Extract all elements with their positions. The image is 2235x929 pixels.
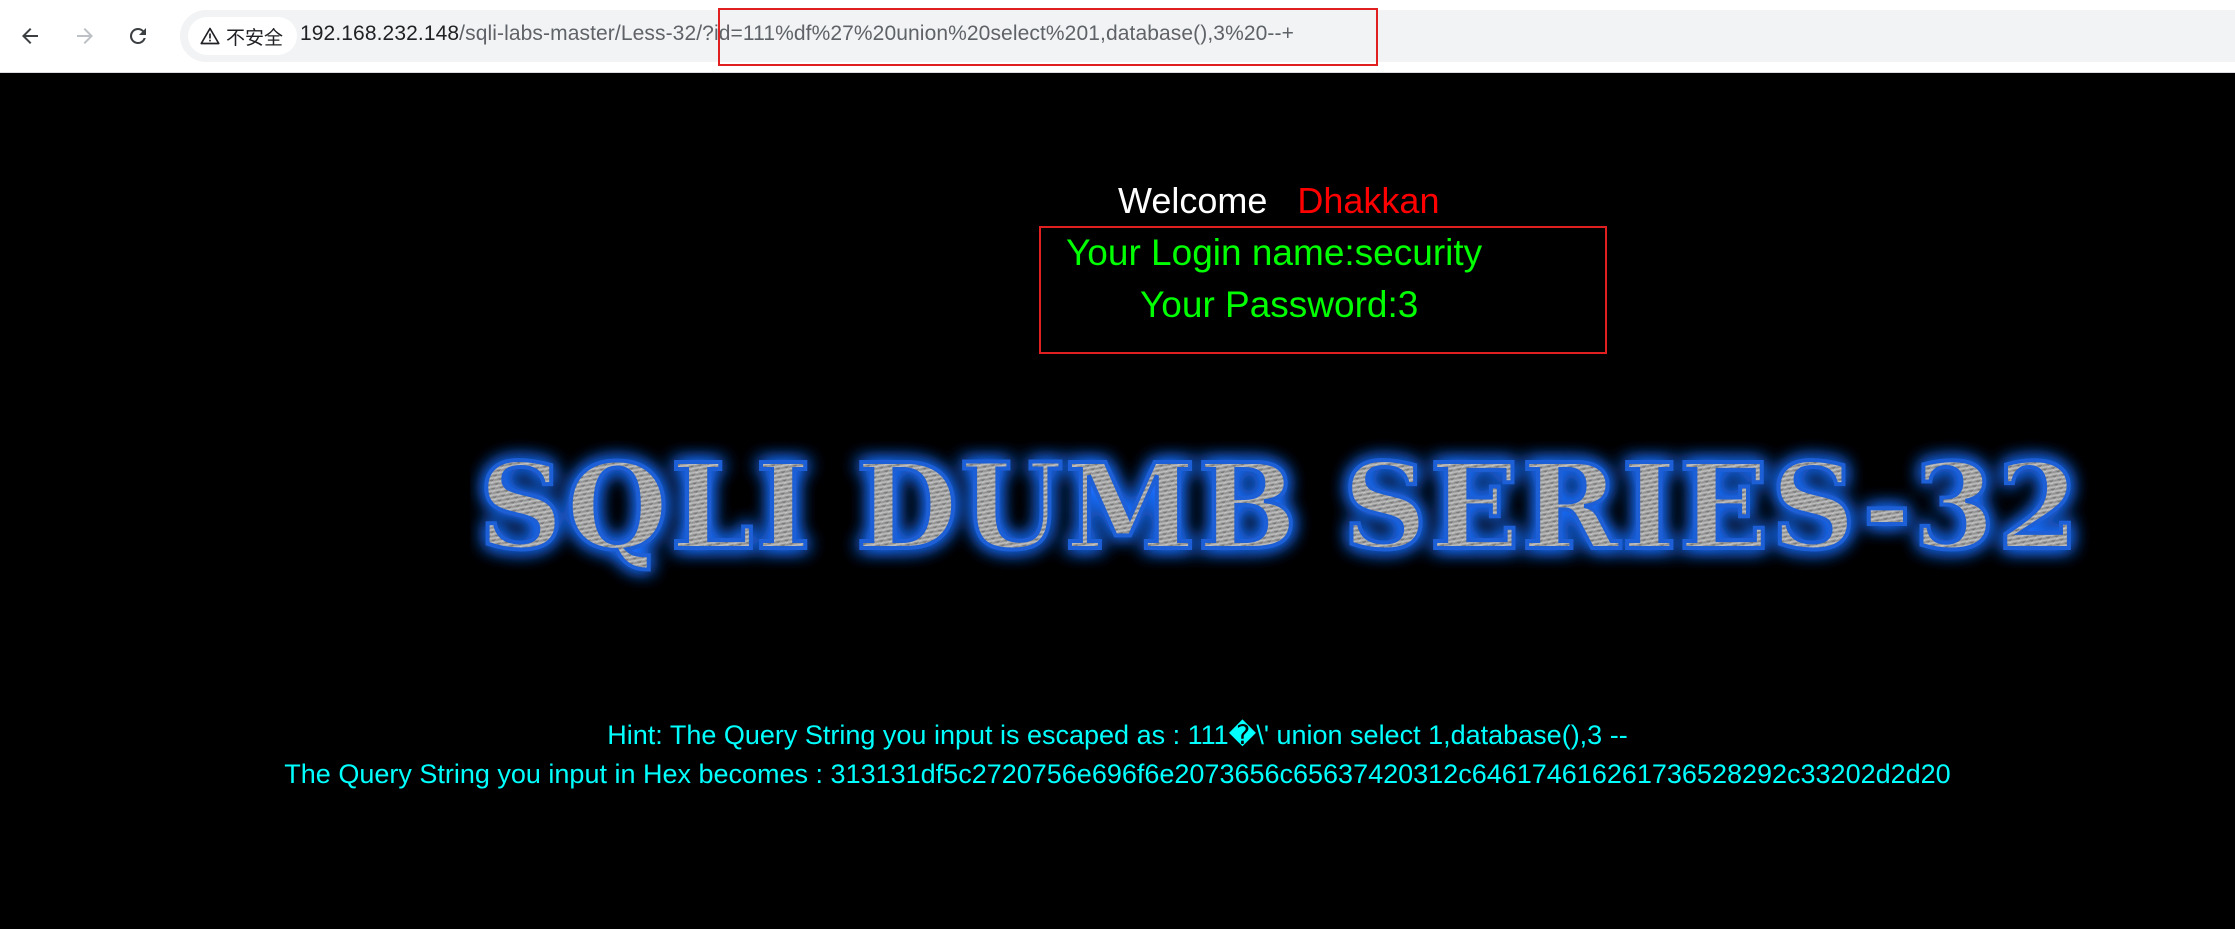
arrow-left-icon xyxy=(22,28,38,44)
series-banner: SQLI DUMB SERIES-32 xyxy=(477,435,2082,578)
browser-toolbar: 不安全 192.168.232.148/sqli-labs-master/Les… xyxy=(0,0,2235,73)
reload-button[interactable] xyxy=(118,16,158,56)
password-text: Your Password:3 xyxy=(1140,284,1419,325)
security-label: 不安全 xyxy=(226,27,284,49)
arrow-right-icon xyxy=(77,28,93,44)
banner-title: SQLI DUMB SERIES-32 xyxy=(479,437,2082,576)
hint-escaped-text: Hint: The Query String you input is esca… xyxy=(607,720,1628,750)
welcome-name: Dhakkan xyxy=(1297,180,1440,221)
security-chip[interactable]: 不安全 xyxy=(188,17,298,55)
hint-hex-text: The Query String you input in Hex become… xyxy=(284,759,1951,789)
url-query-highlight-box xyxy=(718,8,1378,66)
welcome-label: Welcome xyxy=(1118,180,1268,221)
reload-icon xyxy=(129,27,146,44)
url-host: 192.168.232.148 xyxy=(300,22,460,45)
login-name-text: Your Login name:security xyxy=(1066,232,1483,273)
back-button[interactable] xyxy=(10,16,50,56)
forward-button[interactable] xyxy=(65,16,105,56)
url-path: /sqli-labs-master/Less-32 xyxy=(459,22,697,45)
welcome-line: Welcome Dhakkan xyxy=(1118,180,1439,222)
warning-triangle-icon xyxy=(200,27,220,45)
